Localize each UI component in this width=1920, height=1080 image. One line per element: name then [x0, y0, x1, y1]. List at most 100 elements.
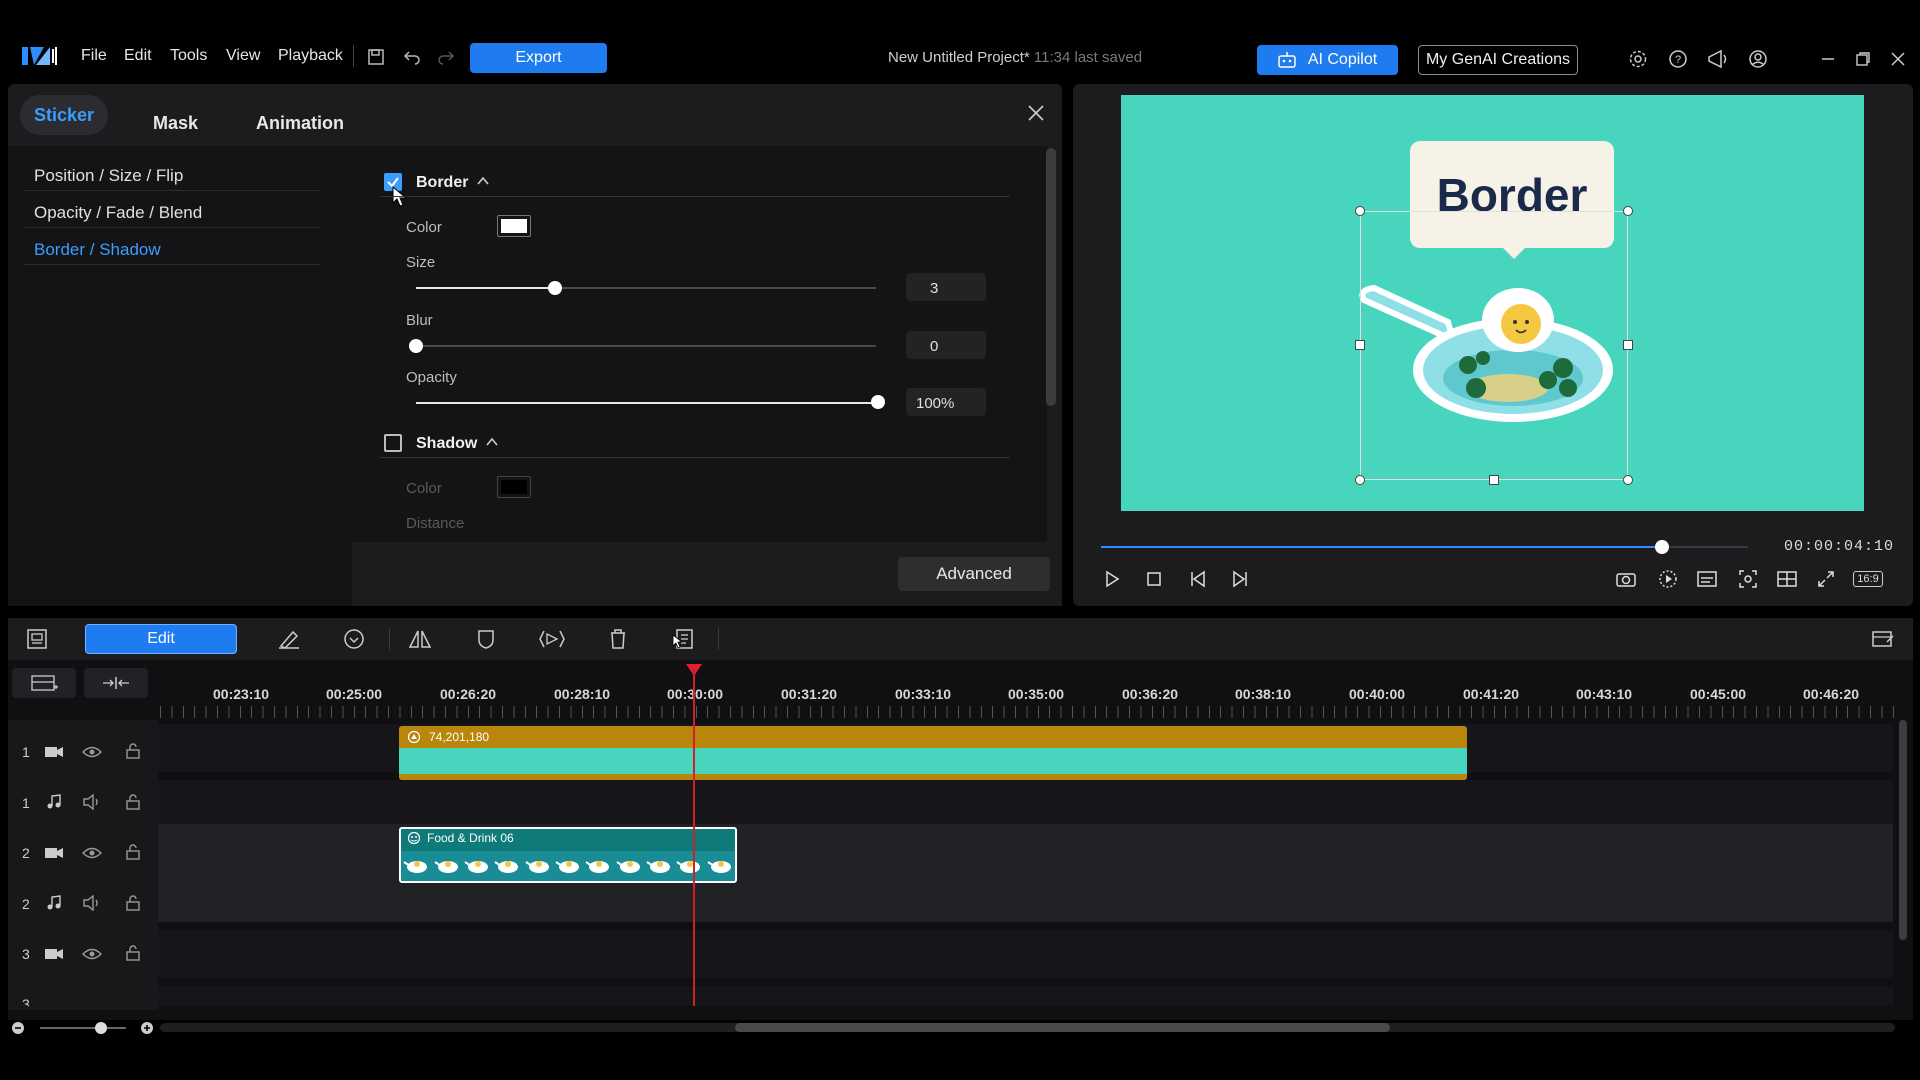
nav-border-shadow[interactable]: Border / Shadow — [34, 240, 161, 260]
announcement-icon[interactable] — [1704, 45, 1732, 73]
nav-position-size-flip[interactable]: Position / Size / Flip — [34, 166, 183, 186]
snapshot-icon[interactable] — [1613, 566, 1639, 592]
redo-icon[interactable] — [432, 43, 460, 71]
preview-quality-icon[interactable] — [1655, 566, 1681, 592]
border-size-value[interactable]: 3 — [906, 273, 986, 301]
pen-icon[interactable] — [274, 624, 304, 654]
lock-icon[interactable] — [126, 794, 140, 810]
tab-sticker[interactable]: Sticker — [20, 95, 108, 135]
close-icon[interactable] — [1884, 45, 1912, 73]
timeline-horizontal-scrollbar[interactable] — [735, 1023, 1390, 1032]
chevron-up-icon[interactable] — [485, 436, 499, 448]
border-blur-slider-track[interactable] — [416, 345, 876, 347]
aspect-ratio-badge[interactable]: 16:9 — [1850, 566, 1886, 592]
restore-icon[interactable] — [1849, 45, 1877, 73]
sticker-clip[interactable]: Food & Drink 06 — [399, 827, 737, 883]
lock-icon[interactable] — [126, 844, 140, 860]
zoom-preview-icon[interactable] — [1735, 566, 1761, 592]
play-icon[interactable] — [1099, 566, 1125, 592]
track-audio-3[interactable] — [158, 986, 1893, 1006]
border-size-slider-handle[interactable] — [548, 281, 562, 295]
border-blur-slider-handle[interactable] — [409, 339, 423, 353]
border-opacity-value[interactable]: 100% — [906, 388, 986, 416]
eye-icon[interactable] — [82, 846, 102, 860]
previous-frame-icon[interactable] — [1186, 566, 1212, 592]
resize-handle-left[interactable] — [1355, 340, 1365, 350]
shadow-color-swatch[interactable] — [497, 476, 531, 498]
eye-icon[interactable] — [82, 745, 102, 759]
export-button[interactable]: Export — [470, 43, 607, 73]
border-size-slider-fill — [416, 287, 554, 289]
menu-view[interactable]: View — [226, 47, 260, 65]
playback-progress-fill — [1101, 546, 1663, 548]
lock-icon[interactable] — [126, 743, 140, 759]
zoom-slider-track[interactable] — [40, 1027, 126, 1029]
timeline-vertical-scrollbar[interactable] — [1899, 720, 1907, 940]
panel-close-icon[interactable] — [1027, 104, 1045, 122]
zoom-slider-handle[interactable] — [95, 1022, 107, 1034]
ai-copilot-button[interactable]: AI Copilot — [1257, 45, 1398, 75]
border-blur-value[interactable]: 0 — [906, 331, 986, 359]
timeline-settings-icon[interactable] — [1868, 624, 1898, 654]
stop-icon[interactable] — [1141, 566, 1167, 592]
menu-edit[interactable]: Edit — [124, 47, 152, 65]
menu-tools[interactable]: Tools — [170, 47, 207, 65]
subtitles-icon[interactable] — [1694, 566, 1720, 592]
aspect-ratio-label: 16:9 — [1853, 571, 1883, 587]
resize-handle-bottom-left[interactable] — [1355, 475, 1365, 485]
lock-icon[interactable] — [126, 945, 140, 961]
layout-icon[interactable] — [1774, 566, 1800, 592]
media-room-icon[interactable] — [22, 624, 52, 654]
resize-handle-top-right[interactable] — [1623, 206, 1633, 216]
save-icon[interactable] — [362, 43, 390, 71]
speaker-icon[interactable] — [82, 794, 102, 810]
border-color-swatch[interactable] — [497, 215, 531, 237]
speed-icon[interactable] — [537, 624, 567, 654]
nav-opacity-fade-blend[interactable]: Opacity / Fade / Blend — [34, 203, 202, 223]
fullscreen-icon[interactable] — [1813, 566, 1839, 592]
advanced-button[interactable]: Advanced — [898, 557, 1050, 591]
ruler-ticks[interactable] — [160, 706, 1895, 718]
track-audio-1[interactable] — [158, 780, 1893, 824]
playback-progress-handle[interactable] — [1655, 540, 1669, 554]
flip-icon[interactable] — [405, 624, 435, 654]
track-video-3[interactable] — [158, 930, 1893, 978]
resize-handle-top-left[interactable] — [1355, 206, 1365, 216]
settings-icon[interactable] — [1624, 45, 1652, 73]
border-opacity-slider-handle[interactable] — [871, 395, 885, 409]
ruler-tick-label: 00:28:10 — [554, 686, 611, 702]
color-board-clip[interactable]: 74,201,180 — [399, 726, 1467, 780]
shadow-checkbox[interactable] — [384, 434, 402, 452]
fit-timeline-button[interactable] — [84, 668, 148, 698]
resize-handle-bottom[interactable] — [1489, 475, 1499, 485]
edit-button[interactable]: Edit — [85, 624, 237, 654]
delete-icon[interactable] — [603, 624, 633, 654]
zoom-in-icon[interactable] — [140, 1021, 154, 1035]
selection-box[interactable] — [1360, 211, 1628, 480]
chevron-up-icon[interactable] — [476, 175, 490, 187]
resize-handle-right[interactable] — [1623, 340, 1633, 350]
speaker-icon[interactable] — [82, 895, 102, 911]
menu-file[interactable]: File — [81, 47, 107, 65]
add-track-button[interactable] — [12, 668, 76, 698]
track-number: 3 — [22, 996, 30, 1006]
tab-mask[interactable]: Mask — [153, 113, 198, 134]
settings-scrollbar[interactable] — [1046, 148, 1056, 406]
minimize-icon[interactable] — [1814, 45, 1842, 73]
playhead-line[interactable] — [693, 670, 695, 1006]
lock-icon[interactable] — [126, 895, 140, 911]
undo-icon[interactable] — [398, 43, 426, 71]
help-icon[interactable]: ? — [1664, 45, 1692, 73]
next-frame-icon[interactable] — [1226, 566, 1252, 592]
account-icon[interactable] — [1744, 45, 1772, 73]
tab-animation[interactable]: Animation — [256, 113, 344, 134]
resize-handle-bottom-right[interactable] — [1623, 475, 1633, 485]
zoom-out-icon[interactable] — [11, 1021, 25, 1035]
keyframe-icon[interactable] — [339, 624, 369, 654]
eye-icon[interactable] — [82, 947, 102, 961]
menu-playback[interactable]: Playback — [278, 47, 343, 65]
border-color-fill — [501, 219, 527, 233]
genai-creations-button[interactable]: My GenAI Creations — [1418, 45, 1578, 75]
mask-icon[interactable] — [471, 624, 501, 654]
track-audio-2[interactable] — [158, 882, 1893, 922]
